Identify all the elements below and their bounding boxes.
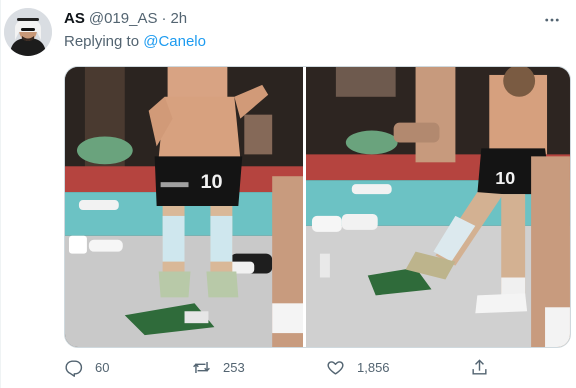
avatar-image (4, 8, 52, 56)
heart-icon (327, 361, 344, 375)
tweet[interactable]: AS @019_AS · 2h Replying to @Canelo 10 1… (0, 0, 576, 388)
avatar[interactable] (4, 8, 52, 56)
display-name[interactable]: AS (64, 9, 85, 29)
tweet-actions: 60 253 1,856 (64, 358, 504, 380)
user-handle[interactable]: @019_AS (89, 9, 158, 29)
replying-to-link[interactable]: @Canelo (143, 33, 206, 50)
like-count: 1,856 (357, 360, 390, 375)
reply-button[interactable]: 60 (64, 358, 109, 377)
share-icon (472, 359, 487, 375)
share-button[interactable] (470, 358, 489, 377)
separator-dot: · (161, 10, 167, 27)
retweet-count: 253 (223, 360, 245, 375)
media-image-left[interactable]: 10 (65, 67, 304, 347)
retweet-button[interactable]: 253 (192, 358, 245, 377)
replying-to: Replying to @Canelo (64, 32, 206, 52)
more-options-button[interactable] (542, 10, 562, 30)
replying-prefix: Replying to (64, 33, 140, 50)
reply-icon (65, 360, 83, 377)
reply-count: 60 (95, 360, 110, 375)
like-button[interactable]: 1,856 (326, 358, 390, 377)
timestamp[interactable]: 2h (170, 9, 187, 29)
jersey-number: 10 (200, 171, 222, 193)
media-image-right[interactable]: 10 (306, 67, 570, 347)
retweet-icon (193, 361, 210, 374)
more-horizontal-icon (545, 18, 559, 22)
jersey-number-right: 10 (495, 168, 515, 188)
locker-room-photo-right: 10 (306, 67, 570, 347)
tweet-header: AS @019_AS · 2h (64, 9, 187, 29)
locker-room-photo-left: 10 (65, 67, 304, 347)
media-grid[interactable]: 10 10 (64, 66, 571, 348)
